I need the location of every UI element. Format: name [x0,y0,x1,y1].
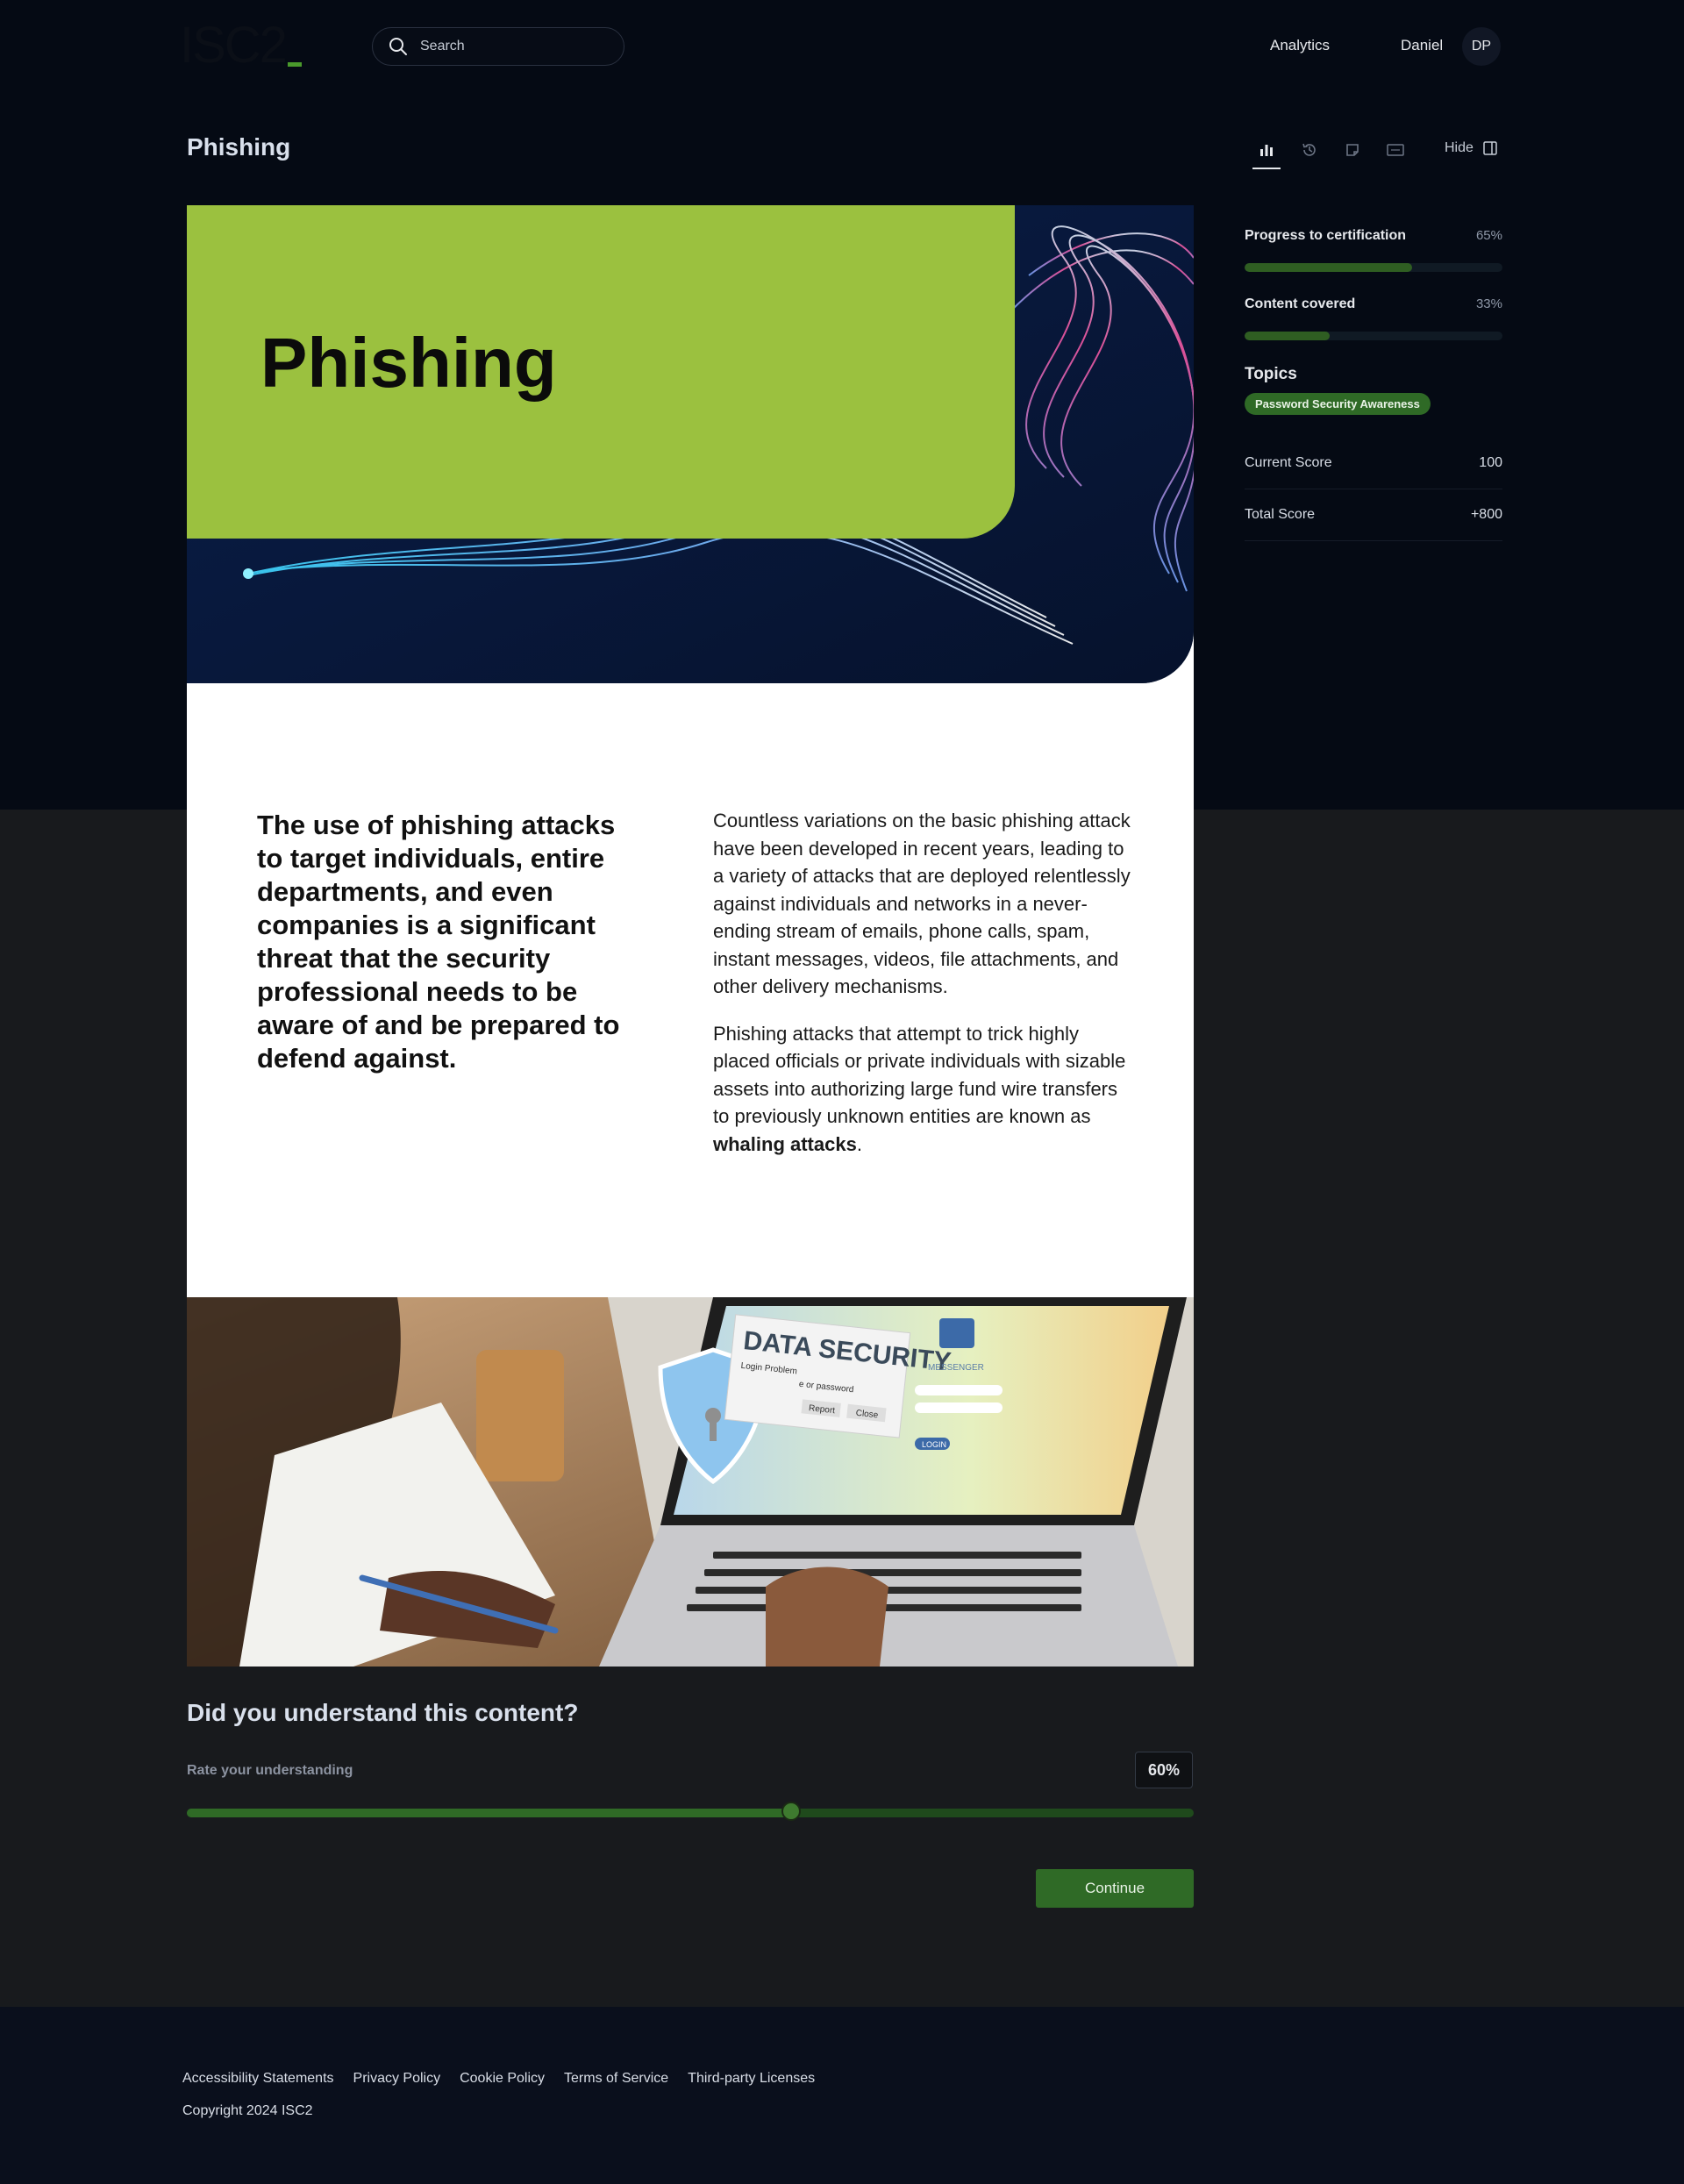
body-text: Countless variations on the basic phishi… [713,807,1134,1177]
search-input[interactable]: Search [372,27,624,66]
glossary-icon [1387,144,1404,156]
history-tab[interactable] [1292,136,1327,164]
progress-sidebar: Progress to certification 65% Content co… [1245,228,1502,541]
content-covered-value: 33% [1475,296,1502,311]
copyright: Copyright 2024 ISC2 [182,2103,313,2118]
footer [0,2007,1684,2184]
isc2-logo[interactable]: ISC2 [180,17,302,74]
certification-progress-value: 65% [1475,228,1502,243]
body-paragraph-2: Phishing attacks that attempt to trick h… [713,1020,1134,1159]
body-paragraph-2-end: . [856,1132,862,1155]
certification-progress: Progress to certification 65% [1245,228,1502,296]
hide-label: Hide [1445,140,1474,155]
bar-chart-icon [1260,145,1273,156]
rate-value-box: 60% [1135,1752,1193,1788]
certification-progress-fill [1245,263,1413,272]
login-button-text: LOGIN [922,1440,946,1449]
logo-text: ISC2 [180,17,288,74]
topic-chip[interactable]: Password Security Awareness [1245,393,1431,415]
certification-progress-bar [1245,263,1502,272]
total-score-label: Total Score [1245,507,1316,522]
slider-fill [187,1809,791,1817]
glossary-tab[interactable] [1378,136,1413,164]
page-title: Phishing [187,133,291,161]
content-covered-label: Content covered [1245,296,1356,311]
data-security-photo: DATA SECURITY Login Problem e or passwor… [187,1297,1194,1667]
footer-link-terms[interactable]: Terms of Service [564,2071,668,2087]
search-placeholder: Search [420,39,465,54]
footer-link-accessibility[interactable]: Accessibility Statements [182,2071,334,2087]
footer-link-cookie[interactable]: Cookie Policy [460,2071,545,2087]
notes-tab[interactable] [1335,136,1370,164]
certification-progress-label: Progress to certification [1245,228,1407,243]
slider-handle[interactable] [781,1802,801,1821]
stats-tab[interactable] [1249,136,1284,169]
lesson-card: Phishing The use of phishing attacks to … [187,205,1194,1667]
footer-links: Accessibility Statements Privacy Policy … [182,2071,834,2087]
view-toolbar [1249,136,1421,169]
nav-analytics-link[interactable]: Analytics [1270,37,1330,54]
content-covered-fill [1245,332,1331,340]
whaling-attacks-term: whaling attacks [713,1132,857,1155]
history-icon [1302,143,1316,156]
laptop-illustration: DATA SECURITY Login Problem e or passwor… [187,1297,1194,1667]
continue-button[interactable]: Continue [1036,1869,1194,1908]
content-covered: Content covered 33% [1245,296,1502,365]
understanding-question: Did you understand this content? [187,1699,579,1726]
total-score-value: +800 [1470,507,1502,522]
total-score-row: Total Score +800 [1245,489,1502,541]
body-paragraph-2-text: Phishing attacks that attempt to trick h… [713,1022,1126,1128]
logo-underscore [287,62,302,67]
rate-understanding-label: Rate your understanding [187,1763,353,1778]
sidebar-toggle-icon [1483,141,1497,155]
understanding-slider[interactable] [187,1802,1194,1821]
hide-sidebar-button[interactable]: Hide [1445,140,1498,156]
hero-title: Phishing [260,324,557,402]
lead-statement: The use of phishing attacks to target in… [257,810,620,1074]
user-name[interactable]: Daniel [1401,37,1443,54]
footer-link-privacy[interactable]: Privacy Policy [353,2071,441,2087]
current-score-row: Current Score 100 [1245,438,1502,489]
search-icon [389,38,407,55]
hero-banner: Phishing [187,205,1194,683]
messenger-text: MESSENGER [928,1363,984,1373]
topics-heading: Topics [1245,365,1297,383]
content-covered-bar [1245,332,1502,340]
footer-link-third-party[interactable]: Third-party Licenses [688,2071,815,2087]
current-score-label: Current Score [1245,455,1332,470]
note-icon [1346,144,1359,156]
current-score-value: 100 [1479,455,1502,470]
avatar[interactable]: DP [1462,27,1501,66]
body-paragraph-1: Countless variations on the basic phishi… [713,810,1131,997]
